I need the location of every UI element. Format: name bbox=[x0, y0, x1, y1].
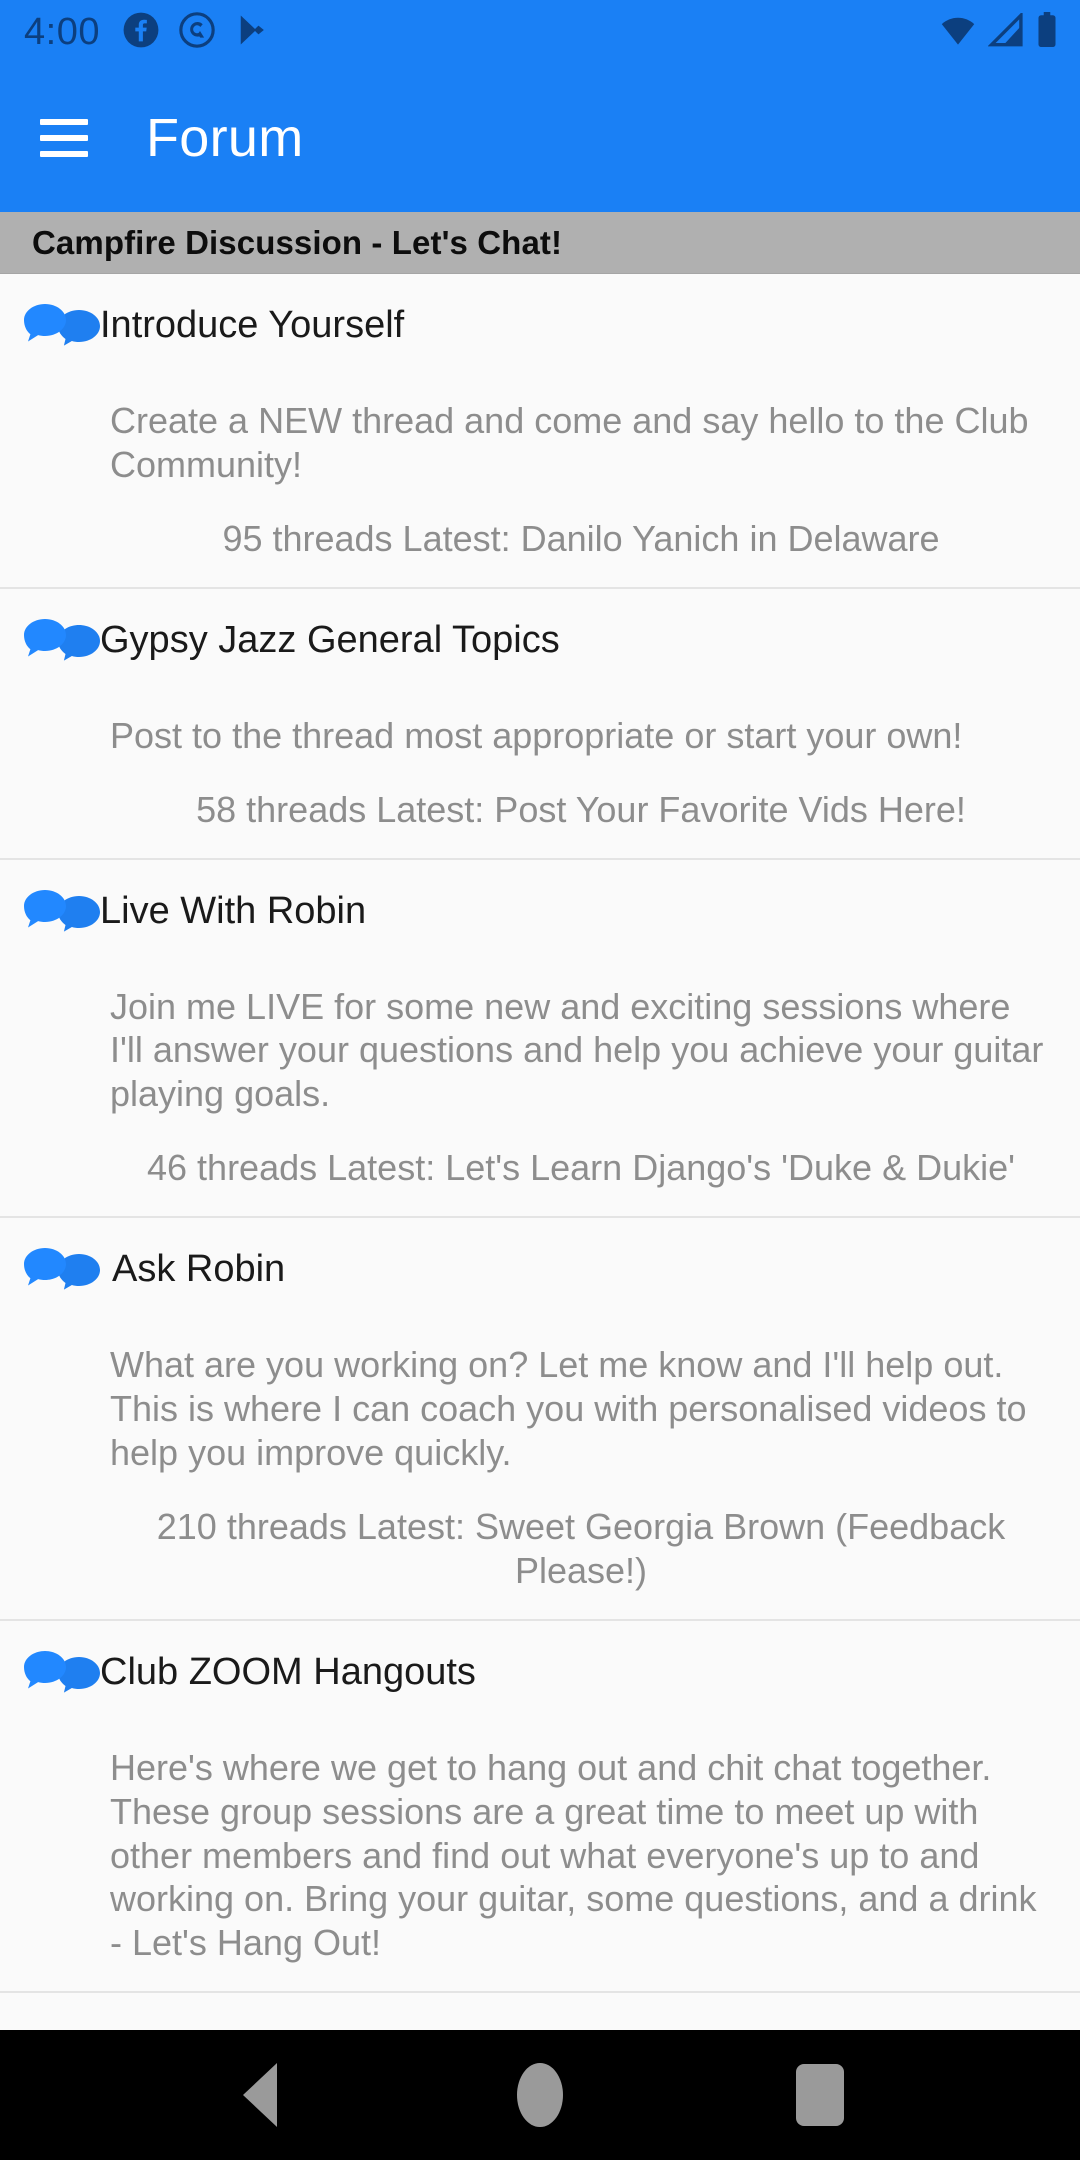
forum-item-title: Live With Robin bbox=[100, 889, 367, 932]
forum-list-item[interactable]: Ask Robin What are you working on? Let m… bbox=[0, 1218, 1080, 1621]
recents-button[interactable] bbox=[760, 2035, 880, 2155]
forum-item-header: Live With Robin bbox=[22, 884, 1058, 963]
forum-item-title: Introduce Yourself bbox=[100, 304, 405, 346]
forum-item-meta: 95 threads Latest: Danilo Yanich in Dela… bbox=[22, 517, 1058, 561]
wifi-icon bbox=[938, 13, 978, 52]
forum-item-meta-text: 210 threads Latest: Sweet Georgia Brown … bbox=[156, 1505, 1006, 1591]
forum-item-title: Ask Robin bbox=[112, 1248, 286, 1291]
forum-item-header: Gypsy Jazz General Topics bbox=[22, 613, 1058, 692]
forum-list-item[interactable]: Club ZOOM Hangouts Here's where we get t… bbox=[0, 1620, 1080, 1994]
forum-list-item[interactable]: Gypsy Jazz General Topics Post to the th… bbox=[0, 588, 1080, 860]
forum-item-description: Post to the thread most appropriate or s… bbox=[110, 714, 963, 756]
forum-list-item[interactable]: Introduce Yourself Create a NEW thread a… bbox=[0, 274, 1080, 589]
back-button[interactable] bbox=[200, 2035, 320, 2155]
forum-list[interactable]: Introduce Yourself Create a NEW thread a… bbox=[0, 274, 1080, 2160]
status-bar-system-icons bbox=[938, 10, 1058, 53]
forum-item-header: Club ZOOM Hangouts bbox=[22, 1645, 1058, 1724]
forum-item-description: What are you working on? Let me know and… bbox=[110, 1344, 1027, 1473]
forum-item-description: Create a NEW thread and come and say hel… bbox=[110, 400, 1029, 485]
forum-item-meta: 58 threads Latest: Post Your Favorite Vi… bbox=[22, 788, 1058, 832]
forum-item-meta-text: 95 threads Latest: Danilo Yanich in Dela… bbox=[222, 517, 940, 559]
chat-bubbles-icon bbox=[22, 613, 100, 692]
section-header: Campfire Discussion - Let's Chat! bbox=[0, 212, 1080, 274]
forum-item-meta: 210 threads Latest: Sweet Georgia Brown … bbox=[22, 1505, 1058, 1593]
chat-bubbles-icon bbox=[22, 1645, 100, 1724]
forum-item-meta-text: 46 threads Latest: Let's Learn Django's … bbox=[147, 1147, 1015, 1189]
phone-screen: 4:00 Forum Campfire Discussion - Let's C… bbox=[0, 0, 1080, 2160]
page-title: Forum bbox=[146, 108, 304, 168]
back-triangle-icon bbox=[243, 2063, 277, 2127]
home-circle-icon bbox=[517, 2063, 563, 2127]
chat-bubbles-icon bbox=[22, 1242, 100, 1321]
forum-item-header: Ask Robin bbox=[22, 1242, 1058, 1321]
facebook-icon bbox=[122, 11, 160, 54]
forum-item-title: Club ZOOM Hangouts bbox=[100, 1650, 476, 1693]
chat-bubbles-icon bbox=[22, 298, 100, 377]
cellular-signal-icon bbox=[987, 10, 1026, 52]
home-button[interactable] bbox=[480, 2035, 600, 2155]
forum-item-meta-text: 58 threads Latest: Post Your Favorite Vi… bbox=[196, 788, 966, 830]
play-store-icon bbox=[234, 11, 270, 54]
forum-item-title: Gypsy Jazz General Topics bbox=[100, 618, 560, 661]
status-bar-notification-icons bbox=[122, 11, 270, 54]
hamburger-menu-icon[interactable] bbox=[40, 119, 88, 157]
privacy-shield-icon bbox=[178, 11, 216, 54]
forum-item-header: Introduce Yourself bbox=[22, 298, 1058, 377]
forum-list-item[interactable]: Live With Robin Join me LIVE for some ne… bbox=[0, 859, 1080, 1219]
recents-square-icon bbox=[796, 2064, 844, 2126]
chat-bubbles-icon bbox=[22, 884, 100, 963]
forum-item-description: Join me LIVE for some new and exciting s… bbox=[110, 985, 1044, 1115]
battery-icon bbox=[1036, 11, 1058, 53]
forum-item-meta: 46 threads Latest: Let's Learn Django's … bbox=[22, 1146, 1058, 1190]
app-bar: Forum bbox=[0, 64, 1080, 212]
status-bar-clock: 4:00 bbox=[24, 11, 100, 53]
status-bar: 4:00 bbox=[0, 0, 1080, 64]
android-navigation-bar bbox=[0, 2030, 1080, 2160]
forum-item-description: Here's where we get to hang out and chit… bbox=[110, 1746, 1037, 1964]
